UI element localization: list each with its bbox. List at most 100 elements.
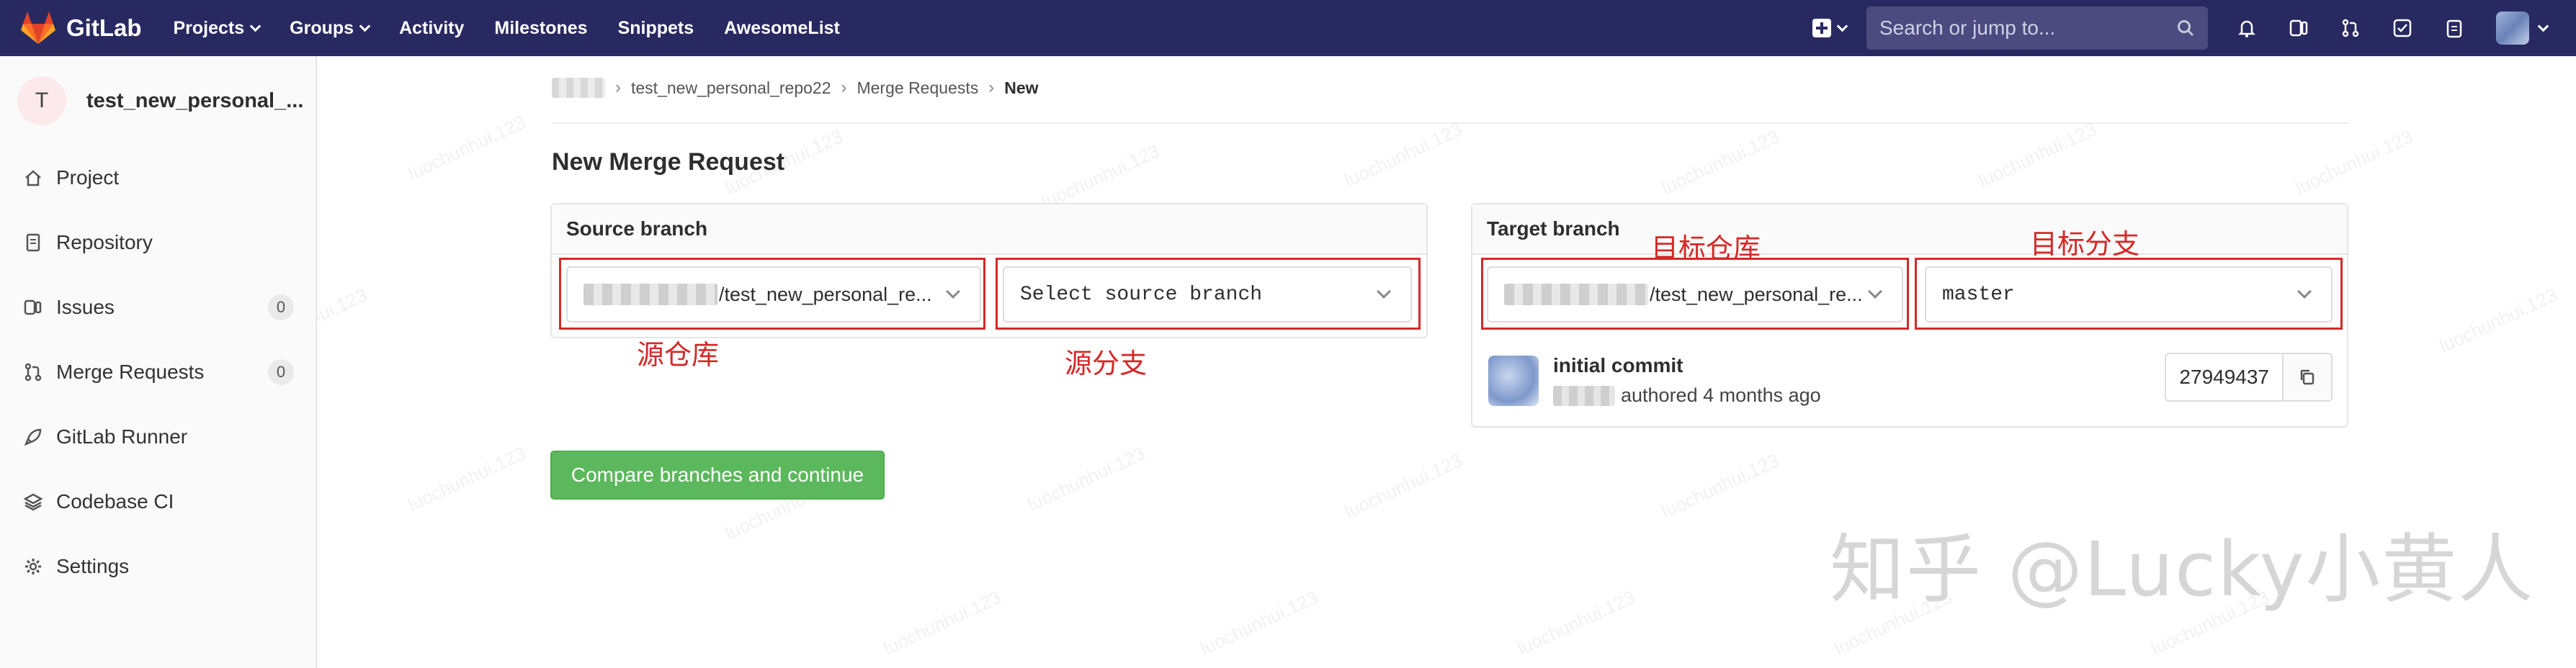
user-avatar[interactable] <box>2496 12 2529 45</box>
project-sidebar: T test_new_personal_... Project Reposito… <box>0 56 317 668</box>
breadcrumb-merge-requests[interactable]: Merge Requests <box>857 78 978 98</box>
breadcrumb: › test_new_personal_repo22 › Merge Reque… <box>552 78 1039 98</box>
commit-meta: authored 4 months ago <box>1553 384 1821 407</box>
nav-milestones[interactable]: Milestones <box>494 18 587 39</box>
merge-request-icon <box>24 363 42 382</box>
commit-title[interactable]: initial commit <box>1553 354 1683 377</box>
chevron-down-icon <box>249 20 261 32</box>
target-branch-header: Target branch <box>1472 204 2347 255</box>
breadcrumb-divider <box>552 122 2348 124</box>
annotation-source-project: 源仓库 <box>637 340 720 371</box>
nav-menu: Projects Groups Activity Milestones Snip… <box>174 18 870 39</box>
chevron-down-icon <box>1836 20 1848 32</box>
sidebar-item-label: Project <box>56 166 120 189</box>
gitlab-logo-icon <box>21 12 55 44</box>
watermark-text: luochunhui.123 <box>2291 125 2417 199</box>
nav-right-group: Search or jump to... <box>1812 0 2576 56</box>
commit-author-avatar <box>1488 356 1539 406</box>
breadcrumb-separator: › <box>841 78 847 97</box>
todo-check-icon[interactable] <box>2392 18 2412 38</box>
annotation-box-target-project <box>1481 258 1909 330</box>
sidebar-item-codebase-ci[interactable]: Codebase CI <box>0 469 316 534</box>
chevron-down-icon[interactable] <box>2537 20 2549 32</box>
nav-groups-label: Groups <box>290 17 354 38</box>
watermark-text: luochunhui.123 <box>1513 586 1639 659</box>
sidebar-item-issues[interactable]: Issues 0 <box>0 275 316 340</box>
home-icon <box>25 170 41 186</box>
search-input[interactable]: Search or jump to... <box>1866 6 2208 50</box>
annotation-target-project: 目标仓库 <box>1651 234 1761 264</box>
sidebar-item-label: Issues <box>56 296 115 318</box>
annotation-source-branch: 源分支 <box>1065 349 1148 379</box>
sidebar-project-header[interactable]: T test_new_personal_... <box>0 56 316 145</box>
sidebar-item-label: Repository <box>56 231 153 253</box>
breadcrumb-current: New <box>1004 78 1039 97</box>
bell-icon[interactable] <box>2237 18 2257 38</box>
annotation-target-branch: 目标分支 <box>2030 230 2140 260</box>
sidebar-item-repository[interactable]: Repository <box>0 210 316 275</box>
issues-icon <box>24 299 42 315</box>
sidebar-item-project[interactable]: Project <box>0 145 316 210</box>
new-dropdown-button[interactable] <box>1812 19 1848 37</box>
target-commit-info: initial commit authored 4 months ago 279… <box>1472 338 2348 428</box>
annotation-box-source-branch <box>996 258 1421 330</box>
sidebar-item-settings[interactable]: Settings <box>0 534 316 599</box>
brand-name: GitLab <box>66 14 142 41</box>
nav-groups[interactable]: Groups <box>290 17 371 39</box>
watermark-text: luochunhui.123 <box>1658 449 1783 523</box>
rocket-icon <box>24 428 42 446</box>
watermark-text: luochunhui.123 <box>880 586 1005 659</box>
breadcrumb-separator: › <box>988 78 995 97</box>
chevron-down-icon <box>359 20 371 32</box>
breadcrumb-namespace-blurred[interactable] <box>552 78 605 98</box>
commit-sha-group: 27949437 <box>2165 353 2333 402</box>
commit-meta-text: authored 4 months ago <box>1621 384 1821 406</box>
watermark-text: luochunhui.123 <box>404 442 529 515</box>
gitlab-home-link[interactable]: GitLab <box>20 11 142 45</box>
nav-snippets[interactable]: Snippets <box>618 18 694 39</box>
plus-icon <box>1812 19 1831 37</box>
project-avatar: T <box>17 76 66 125</box>
watermark-text: luochunhui.123 <box>1197 586 1322 659</box>
issues-icon[interactable] <box>2289 18 2309 38</box>
nav-projects-label: Projects <box>173 17 245 38</box>
copy-icon <box>2300 369 2315 385</box>
issues-count-badge: 0 <box>268 294 294 320</box>
sidebar-item-merge-requests[interactable]: Merge Requests 0 <box>0 340 316 405</box>
blurred-author-name <box>1553 385 1615 406</box>
search-placeholder: Search or jump to... <box>1879 17 2056 39</box>
nav-projects[interactable]: Projects <box>173 17 261 39</box>
top-navbar: GitLab Projects Groups Activity Mileston… <box>0 0 2576 56</box>
annotation-box-source-project <box>559 258 985 330</box>
nav-activity[interactable]: Activity <box>399 18 464 39</box>
annotation-box-target-branch <box>1915 258 2343 330</box>
gear-icon <box>25 559 41 574</box>
watermark-text: luochunhui.123 <box>1024 442 1149 515</box>
search-icon <box>2178 20 2194 37</box>
sidebar-item-label: Codebase CI <box>56 490 174 513</box>
watermark-text: luochunhui.123 <box>1975 118 2100 191</box>
merge-requests-count-badge: 0 <box>268 359 294 385</box>
source-branch-header: Source branch <box>552 204 1426 255</box>
watermark-text: luochunhui.123 <box>404 111 529 184</box>
sidebar-item-label: Merge Requests <box>56 361 205 383</box>
watermark-text: luochunhui.123 <box>1658 125 1783 199</box>
sidebar-item-label: GitLab Runner <box>56 425 188 448</box>
breadcrumb-separator: › <box>615 78 621 97</box>
watermark-text: luochunhui.123 <box>1341 118 1466 191</box>
clipboard-icon[interactable] <box>2444 18 2464 38</box>
copy-sha-button[interactable] <box>2282 353 2333 402</box>
project-name: test_new_personal_... <box>86 89 304 112</box>
sidebar-item-gitlab-runner[interactable]: GitLab Runner <box>0 405 316 469</box>
merge-request-icon[interactable] <box>2340 18 2361 38</box>
zhihu-watermark: 知乎 @Lucky小黄人 <box>1830 525 2535 613</box>
page-title: New Merge Request <box>552 148 785 176</box>
sidebar-item-label: Settings <box>56 555 130 577</box>
layers-icon <box>23 493 43 511</box>
commit-sha[interactable]: 27949437 <box>2165 353 2282 402</box>
compare-branches-button[interactable]: Compare branches and continue <box>550 451 885 500</box>
breadcrumb-project[interactable]: test_new_personal_repo22 <box>631 78 831 98</box>
nav-awesomelist[interactable]: AwesomeList <box>724 18 840 39</box>
watermark-text: luochunhui.123 <box>1341 449 1466 523</box>
document-icon <box>26 233 40 252</box>
